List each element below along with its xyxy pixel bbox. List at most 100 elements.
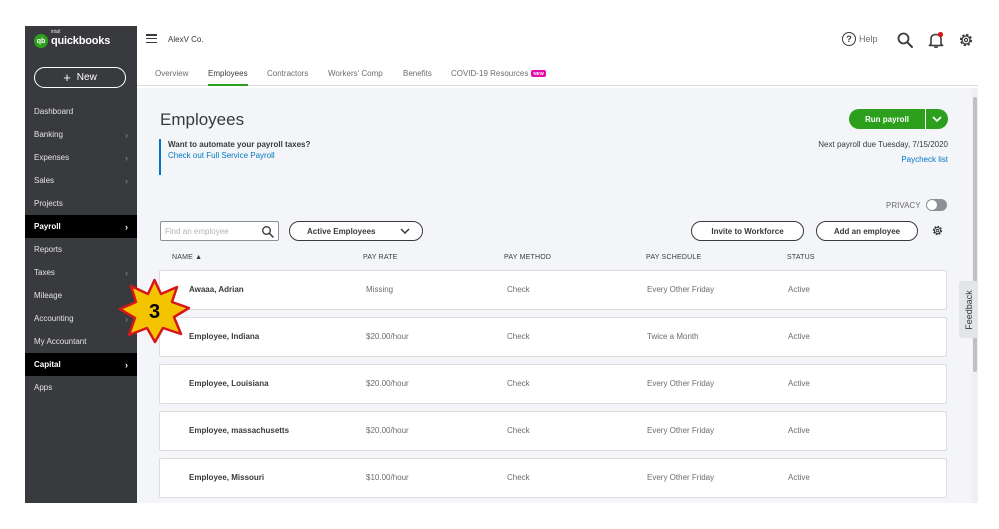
full-service-payroll-link[interactable]: Check out Full Service Payroll — [168, 150, 319, 162]
step-callout-starburst: 3 — [118, 278, 191, 344]
sidebar-item-apps[interactable]: Apps — [25, 376, 137, 399]
pay-method: Check — [507, 379, 530, 388]
employee-name-link[interactable]: Employee, Indiana — [189, 332, 259, 341]
chevron-right-icon: › — [125, 267, 128, 278]
company-name: AlexV Co. — [168, 35, 204, 44]
sidebar-item-banking[interactable]: Banking › — [25, 123, 137, 146]
tab-employees[interactable]: Employees — [208, 69, 248, 86]
status: Active — [788, 379, 810, 388]
feedback-label: Feedback — [963, 289, 974, 330]
new-button-label: New — [76, 72, 97, 83]
sidebar-item-capital[interactable]: Capital › — [25, 353, 137, 376]
privacy-toggle[interactable]: PRIVACY — [886, 199, 947, 211]
tab-contractors[interactable]: Contractors — [267, 69, 308, 86]
filter-value: Active Employees — [307, 226, 376, 236]
question-mark-icon: ? — [842, 32, 856, 46]
gear-icon[interactable] — [957, 31, 975, 49]
invite-to-workforce-button[interactable]: Invite to Workforce — [691, 221, 804, 241]
app-window: qb intuit quickbooks + New Dashboard Ban… — [25, 26, 978, 503]
table-row[interactable]: Employee, Louisiana $20.00/hour Check Ev… — [159, 364, 947, 404]
pay-schedule: Every Other Friday — [647, 379, 715, 388]
employee-status-filter[interactable]: Active Employees — [289, 221, 423, 241]
search-icon[interactable] — [896, 31, 914, 49]
left-nav-sidebar: qb intuit quickbooks + New Dashboard Ban… — [25, 26, 137, 503]
quickbooks-logo[interactable]: qb intuit quickbooks — [34, 29, 111, 49]
promo-title: Want to automate your payroll taxes? — [168, 140, 311, 149]
tab-workers-comp[interactable]: Workers' Comp — [328, 69, 383, 86]
new-button[interactable]: + New — [34, 67, 126, 88]
help-label: Help — [859, 34, 878, 44]
column-header-name[interactable]: NAME ▲ — [172, 254, 202, 261]
column-header-status[interactable]: STATUS — [787, 254, 815, 261]
payroll-promo: Want to automate your payroll taxes? Che… — [159, 139, 319, 175]
employee-name-link[interactable]: Employee, Missouri — [189, 473, 264, 482]
paycheck-list-link[interactable]: Paycheck list — [901, 155, 948, 164]
sidebar-item-reports[interactable]: Reports — [25, 238, 137, 261]
pay-method: Check — [507, 285, 530, 294]
qb-logo-icon: qb — [34, 34, 48, 48]
pay-rate: Missing — [366, 285, 394, 294]
employee-name-link[interactable]: Employee, Louisiana — [189, 379, 269, 388]
tab-benefits[interactable]: Benefits — [403, 69, 432, 86]
privacy-label: PRIVACY — [886, 200, 921, 210]
table-settings-gear-icon[interactable] — [931, 224, 944, 237]
employee-search-input[interactable] — [165, 225, 259, 238]
sidebar-nav: Dashboard Banking › Expenses › Sales › Proj… — [25, 100, 137, 399]
table-row[interactable]: Employee, Missouri $10.00/hour Check Eve… — [159, 458, 947, 498]
help-button[interactable]: ? Help — [842, 32, 878, 46]
chevron-right-icon: › — [125, 152, 128, 163]
tab-overview[interactable]: Overview — [155, 69, 188, 86]
status: Active — [788, 332, 810, 341]
status: Active — [788, 285, 810, 294]
table-row[interactable]: Awaaa, Adrian Missing Check Every Other … — [159, 270, 947, 310]
pay-schedule: Every Other Friday — [647, 473, 715, 482]
search-icon[interactable] — [261, 225, 274, 238]
status: Active — [788, 426, 810, 435]
column-header-pay-schedule[interactable]: PAY SCHEDULE — [646, 254, 701, 261]
plus-icon: + — [63, 70, 71, 85]
sidebar-item-projects[interactable]: Projects — [25, 192, 137, 215]
tab-covid-19-resources[interactable]: COVID-19 Resources NEW — [451, 69, 546, 86]
feedback-tab[interactable]: Feedback — [959, 281, 978, 338]
add-employee-button[interactable]: Add an employee — [816, 221, 918, 241]
pay-schedule: Every Other Friday — [647, 426, 715, 435]
pay-method: Check — [507, 332, 530, 341]
chevron-right-icon: › — [125, 175, 128, 186]
run-payroll-button[interactable]: Run payroll — [849, 109, 948, 129]
pay-rate: $20.00/hour — [366, 426, 409, 435]
sidebar-item-expenses[interactable]: Expenses › — [25, 146, 137, 169]
sidebar-item-sales[interactable]: Sales › — [25, 169, 137, 192]
sidebar-item-payroll[interactable]: Payroll › — [25, 215, 137, 238]
status: Active — [788, 473, 810, 482]
table-row[interactable]: Employee, Indiana $20.00/hour Check Twic… — [159, 317, 947, 357]
logo-intuit-text: intuit — [51, 29, 61, 35]
sidebar-item-dashboard[interactable]: Dashboard — [25, 100, 137, 123]
chevron-down-icon[interactable] — [925, 109, 948, 129]
pay-schedule: Every Other Friday — [647, 285, 715, 294]
new-badge: NEW — [531, 70, 546, 77]
hamburger-menu-icon[interactable] — [146, 34, 157, 44]
step-number: 3 — [149, 301, 160, 323]
run-payroll-label: Run payroll — [864, 114, 909, 124]
chevron-right-icon: › — [125, 129, 128, 140]
logo-text: intuit quickbooks — [51, 29, 111, 47]
pay-method: Check — [507, 473, 530, 482]
page-title: Employees — [160, 110, 245, 129]
column-header-pay-rate[interactable]: PAY RATE — [363, 254, 398, 261]
pay-method: Check — [507, 426, 530, 435]
logo-wordmark: quickbooks — [51, 35, 111, 47]
column-header-pay-method[interactable]: PAY METHOD — [504, 254, 551, 261]
pay-schedule: Twice a Month — [647, 332, 699, 341]
notification-bell-icon[interactable] — [927, 31, 945, 49]
next-payroll-due: Next payroll due Tuesday, 7/15/2020 — [818, 140, 948, 149]
toggle-switch[interactable] — [925, 199, 947, 211]
employee-name-link[interactable]: Employee, massachusetts — [189, 426, 289, 435]
pay-rate: $10.00/hour — [366, 473, 409, 482]
top-bar: AlexV Co. ? Help — [137, 26, 978, 56]
employee-search — [160, 221, 279, 241]
table-row[interactable]: Employee, massachusetts $20.00/hour Chec… — [159, 411, 947, 451]
payroll-tabs: Overview Employees Contractors Workers' … — [137, 64, 978, 86]
pay-rate: $20.00/hour — [366, 379, 409, 388]
employee-name-link[interactable]: Awaaa, Adrian — [189, 285, 244, 294]
pay-rate: $20.00/hour — [366, 332, 409, 341]
